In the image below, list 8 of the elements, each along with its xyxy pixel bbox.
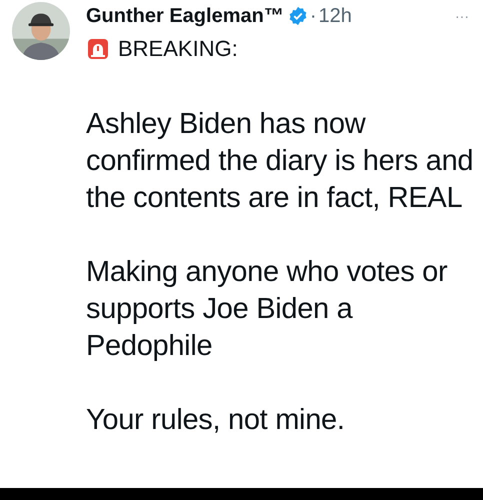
post-paragraph: Your rules, not mine.	[86, 403, 346, 438]
siren-icon	[86, 37, 110, 61]
author-name[interactable]: Gunther Eagleman™	[86, 4, 284, 28]
post-time[interactable]: 12h	[318, 4, 352, 28]
post-paragraph: Ashley Biden has now confirmed the diary is hers and the contents are in fact, REAL	[86, 107, 474, 216]
post-paragraph: Making anyone who votes or supports Joe Biden a Pedophile	[86, 255, 448, 364]
separator: ·	[310, 4, 316, 28]
headline-text: BREAKING:	[118, 36, 238, 62]
